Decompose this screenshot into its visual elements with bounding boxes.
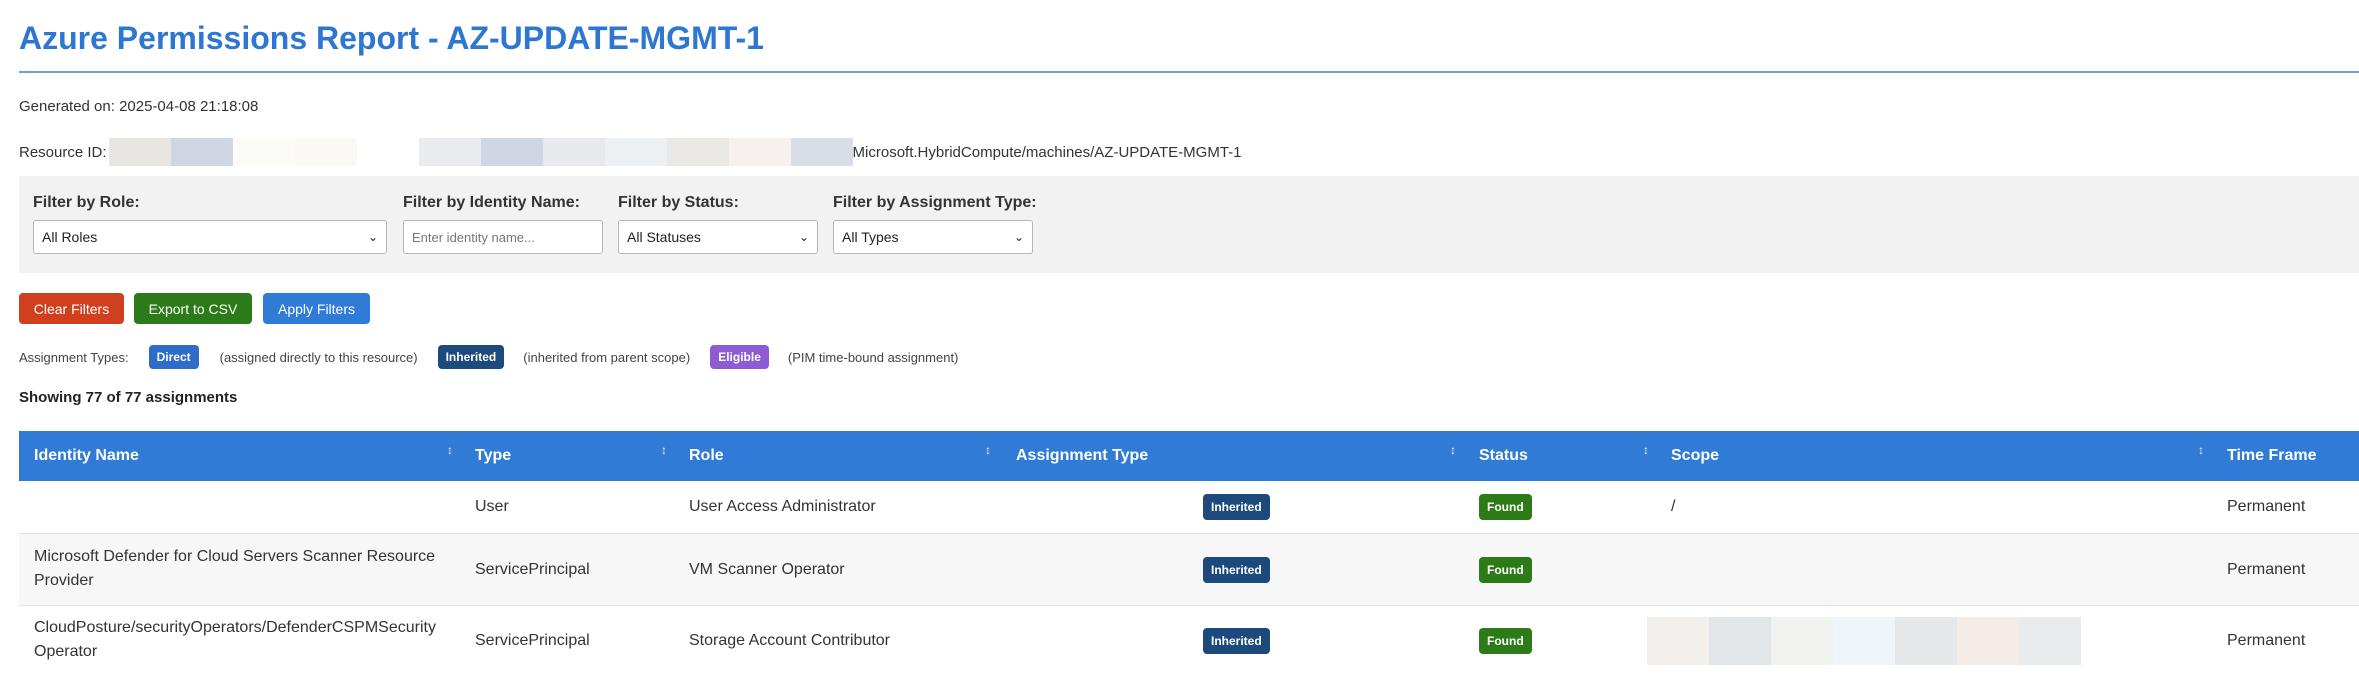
resource-id-suffix: Microsoft.HybridCompute/machines/AZ-UPDA…	[852, 143, 1242, 161]
role-cell: User Access Administrator	[689, 498, 876, 515]
sort-arrows-icon[interactable]: ↕	[1450, 443, 1456, 457]
identity-filter-group: Filter by Identity Name: Enter identity …	[403, 194, 603, 254]
apply-filters-button[interactable]: Apply Filters	[263, 293, 370, 324]
column-scope[interactable]: Scope	[1671, 431, 1719, 481]
filter-panel: Filter by Role: All Roles ⌄ Filter by Id…	[19, 176, 2359, 273]
sort-arrows-icon[interactable]: ↕	[985, 443, 991, 457]
table-row[interactable]: User User Access Administrator Inherited…	[19, 481, 2359, 534]
resource-id-label: Resource ID:	[19, 143, 107, 161]
redacted-resource-path	[108, 138, 853, 166]
role-filter-label: Filter by Role:	[33, 194, 140, 211]
sort-arrows-icon[interactable]: ↕	[661, 443, 667, 457]
chevron-down-icon: ⌄	[798, 230, 809, 244]
generated-on: Generated on: 2025-04-08 21:18:08	[19, 98, 259, 115]
assignment-type-filter-value: All Types	[842, 229, 899, 245]
identity-name-cell: Microsoft Defender for Cloud Servers Sca…	[34, 548, 436, 589]
column-role[interactable]: Role	[689, 431, 724, 481]
legend-eligible-badge: Eligible	[710, 345, 769, 369]
sort-arrows-icon[interactable]: ↕	[447, 443, 453, 457]
assignment-type-filter-label: Filter by Assignment Type:	[833, 194, 1037, 211]
legend-direct-desc: (assigned directly to this resource)	[219, 349, 418, 365]
report-page: Azure Permissions Report - AZ-UPDATE-MGM…	[0, 0, 2359, 665]
resource-id: Resource ID: Microsoft.HybridCompute/mac…	[19, 138, 1242, 166]
status-filter-select[interactable]: All Statuses ⌄	[618, 220, 818, 254]
assignment-count: Showing 77 of 77 assignments	[19, 389, 238, 406]
assignment-type-legend: Assignment Types: Direct (assigned direc…	[19, 345, 958, 369]
status-filter-value: All Statuses	[627, 229, 701, 245]
legend-label: Assignment Types:	[19, 349, 129, 365]
chevron-down-icon: ⌄	[1013, 230, 1024, 244]
role-cell: VM Scanner Operator	[689, 560, 845, 578]
legend-direct-badge: Direct	[148, 345, 199, 369]
column-status[interactable]: Status	[1479, 431, 1528, 481]
time-frame-cell: Permanent	[2227, 560, 2306, 578]
assignment-type-filter-select[interactable]: All Types ⌄	[833, 220, 1033, 254]
table-row[interactable]: CloudPosture/securityOperators/DefenderC…	[19, 606, 2359, 676]
assignment-type-cell: Inherited	[1203, 606, 1270, 676]
type-cell: User	[475, 498, 509, 515]
table-row[interactable]: Microsoft Defender for Cloud Servers Sca…	[19, 534, 2359, 606]
inherited-badge: Inherited	[1203, 556, 1270, 583]
table-header: Identity Name ↕ Type ↕ Role ↕ Assignment…	[19, 431, 2359, 481]
inherited-badge: Inherited	[1203, 628, 1270, 654]
status-cell: Found	[1479, 481, 1532, 533]
role-filter-select[interactable]: All Roles ⌄	[33, 220, 387, 254]
redacted-scope	[1647, 617, 2081, 665]
status-filter-label: Filter by Status:	[618, 194, 739, 211]
found-badge: Found	[1479, 556, 1532, 583]
time-frame-cell: Permanent	[2227, 498, 2306, 515]
column-time-frame[interactable]: Time Frame	[2227, 431, 2317, 481]
status-cell: Found	[1479, 534, 1532, 605]
legend-inherited-badge: Inherited	[437, 345, 505, 369]
identity-filter-input[interactable]: Enter identity name...	[403, 220, 603, 254]
sort-arrows-icon[interactable]: ↕	[2198, 443, 2204, 457]
chevron-down-icon: ⌄	[367, 230, 378, 244]
column-identity-name[interactable]: Identity Name	[34, 431, 139, 481]
page-title: Azure Permissions Report - AZ-UPDATE-MGM…	[19, 20, 764, 56]
role-cell: Storage Account Contributor	[689, 632, 891, 649]
column-assignment-type[interactable]: Assignment Type	[1016, 431, 1148, 481]
type-cell: ServicePrincipal	[475, 632, 590, 649]
identity-name-cell: CloudPosture/securityOperators/DefenderC…	[34, 619, 436, 660]
column-type[interactable]: Type	[475, 431, 511, 481]
status-cell: Found	[1479, 606, 1532, 676]
title-divider	[19, 71, 2359, 73]
inherited-badge: Inherited	[1203, 494, 1270, 520]
type-cell: ServicePrincipal	[475, 560, 590, 578]
assignment-type-cell: Inherited	[1203, 481, 1270, 533]
clear-filters-button[interactable]: Clear Filters	[19, 293, 124, 324]
time-frame-cell: Permanent	[2227, 632, 2306, 649]
legend-inherited-desc: (inherited from parent scope)	[523, 349, 691, 365]
role-filter-group: Filter by Role: All Roles ⌄	[33, 194, 387, 254]
export-csv-button[interactable]: Export to CSV	[134, 293, 252, 324]
status-filter-group: Filter by Status: All Statuses ⌄	[618, 194, 818, 254]
legend-eligible-desc: (PIM time-bound assignment)	[787, 349, 959, 365]
scope-cell: /	[1671, 498, 1676, 515]
identity-filter-label: Filter by Identity Name:	[403, 194, 580, 211]
scope-cell	[1647, 606, 2081, 676]
identity-filter-placeholder: Enter identity name...	[412, 229, 535, 245]
assignment-type-cell: Inherited	[1203, 534, 1270, 605]
found-badge: Found	[1479, 628, 1532, 654]
role-filter-value: All Roles	[42, 229, 98, 245]
sort-arrows-icon[interactable]: ↕	[1643, 443, 1649, 457]
found-badge: Found	[1479, 494, 1532, 520]
assignment-type-filter-group: Filter by Assignment Type: All Types ⌄	[833, 194, 1037, 254]
assignments-table: Identity Name ↕ Type ↕ Role ↕ Assignment…	[19, 431, 2359, 676]
